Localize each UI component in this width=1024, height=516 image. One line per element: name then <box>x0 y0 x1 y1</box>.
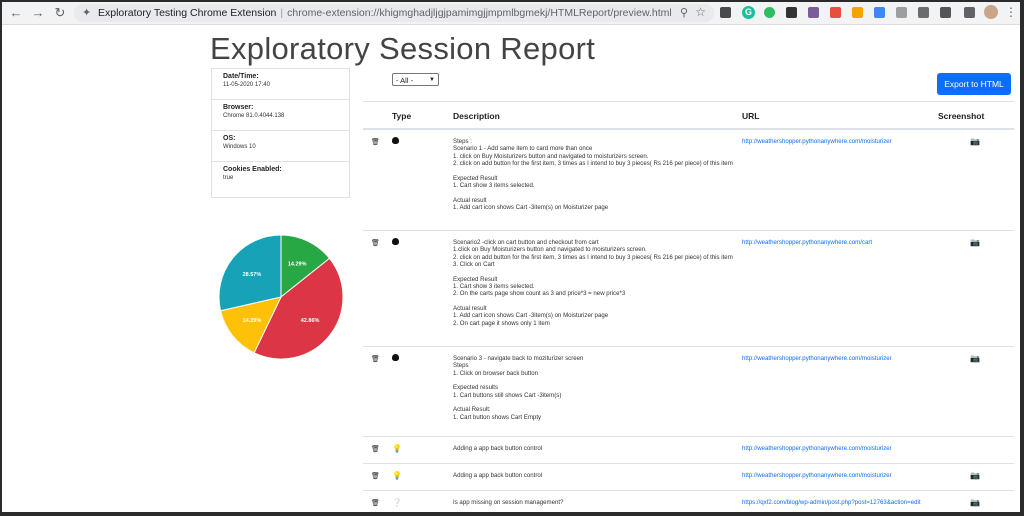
camera-icon[interactable]: 📷 <box>970 137 980 146</box>
info-label: Cookies Enabled: <box>223 166 282 173</box>
extension-icon[interactable] <box>874 7 885 18</box>
address-bar[interactable]: ✦ Exploratory Testing Chrome Extension | c… <box>74 4 714 22</box>
bug-icon <box>392 238 399 247</box>
info-label: Browser: <box>223 104 254 111</box>
table-row: 🗑 ❔ Is app missing on session management… <box>363 491 1014 512</box>
camera-icon[interactable]: 📷 <box>970 238 980 247</box>
info-value: 11-05-2020 17:40 <box>223 82 270 88</box>
trash-icon[interactable]: 🗑 <box>371 138 380 146</box>
row-description: Adding a app back button control <box>453 472 543 479</box>
table-row: 🗑 💡 Adding a app back button control htt… <box>363 464 1014 491</box>
session-info-panel: Date/Time: 11-05-2020 17:40 Browser: Chr… <box>211 68 350 198</box>
row-description: Scenario 3 - navigate back to moziturize… <box>453 355 584 421</box>
camera-icon[interactable]: 📷 <box>970 354 980 363</box>
pie-slice-label: 42.86% <box>301 318 320 324</box>
extension-icon[interactable] <box>852 7 863 18</box>
browser-toolbar: ← → ↻ ✦ Exploratory Testing Chrome Exten… <box>2 2 1020 25</box>
export-to-html-button[interactable]: Export to HTML <box>937 73 1011 95</box>
info-value: Chrome 81.0.4044.138 <box>223 113 285 119</box>
row-description: Scenario2 -click on cart button and chec… <box>453 239 733 327</box>
page-title: Exploratory Session Report <box>210 31 596 66</box>
header-description: Description <box>453 111 500 121</box>
header-url: URL <box>742 111 760 121</box>
address-text: Exploratory Testing Chrome Extension | chr… <box>98 7 672 19</box>
session-pie-chart: 14.29% 42.86% 14.29% 28.57% <box>218 234 344 360</box>
info-label: OS: <box>223 135 236 142</box>
row-url-link[interactable]: http://weathershopper.pythonanywhere.com… <box>742 138 892 145</box>
question-icon: ❔ <box>392 498 402 507</box>
address-separator: | <box>280 7 284 19</box>
trash-icon[interactable]: 🗑 <box>371 355 380 363</box>
trash-icon[interactable]: 🗑 <box>371 445 380 453</box>
info-value: Windows 10 <box>223 144 256 150</box>
row-url-link[interactable]: http://weathershopper.pythonanywhere.com… <box>742 239 872 246</box>
filter-selected-value: - All - <box>396 76 414 85</box>
row-description: Is app missing on session management? <box>453 499 564 506</box>
table-header: Type Description URL Screenshot <box>363 101 1014 130</box>
table-row: 🗑 Scenario2 -click on cart button and ch… <box>363 231 1014 347</box>
header-type: Type <box>392 111 412 121</box>
extension-icon[interactable] <box>830 7 841 18</box>
zoom-icon[interactable]: ⚲ <box>680 6 688 19</box>
lightbulb-icon: 💡 <box>392 444 402 453</box>
address-url: chrome-extension://khigmghadjljgjpamimgj… <box>287 7 672 19</box>
report-page: Exploratory Session Report Date/Time: 11… <box>2 25 1020 512</box>
reload-icon[interactable]: ↻ <box>52 5 68 21</box>
header-screenshot: Screenshot <box>938 111 985 121</box>
pie-slice-label: 28.57% <box>243 272 262 278</box>
camera-icon[interactable]: 📷 <box>970 471 980 480</box>
extension-icon[interactable] <box>720 7 731 18</box>
info-os: OS: Windows 10 <box>212 131 349 162</box>
reading-list-icon[interactable] <box>964 7 975 18</box>
trash-icon[interactable]: 🗑 <box>371 472 380 480</box>
info-cookies: Cookies Enabled: true <box>212 162 349 193</box>
browser-window: ← → ↻ ✦ Exploratory Testing Chrome Exten… <box>2 2 1020 512</box>
row-url-link[interactable]: http://weathershopper.pythonanywhere.com… <box>742 472 892 479</box>
back-arrow-icon[interactable]: ← <box>8 5 24 21</box>
extension-icon[interactable] <box>786 7 797 18</box>
table-row: 🗑 Steps : Scenario 1 - Add same item to … <box>363 130 1014 231</box>
bug-icon <box>392 354 399 363</box>
table-row: 🗑 Scenario 3 - navigate back to mozituri… <box>363 347 1014 437</box>
avatar[interactable] <box>984 5 998 19</box>
row-description: Steps : Scenario 1 - Add same item to ca… <box>453 138 733 212</box>
grammarly-icon[interactable]: G <box>742 6 755 19</box>
trash-icon[interactable]: 🗑 <box>371 239 380 247</box>
row-url-link[interactable]: https://qxf2.com/blog/wp-admin/post.php?… <box>742 499 921 506</box>
camera-icon[interactable]: 📷 <box>970 498 980 507</box>
info-label: Date/Time: <box>223 73 259 80</box>
session-table: Type Description URL Screenshot 🗑 Steps … <box>363 101 1014 512</box>
evernote-icon[interactable] <box>764 7 775 18</box>
puzzle-icon: ✦ <box>82 7 92 19</box>
pie-slice-label: 14.29% <box>243 318 262 324</box>
extension-name: Exploratory Testing Chrome Extension <box>98 7 277 19</box>
info-browser: Browser: Chrome 81.0.4044.138 <box>212 100 349 131</box>
table-row: 🗑 💡 Adding a app back button control htt… <box>363 437 1014 464</box>
info-value: true <box>223 175 234 181</box>
menu-dots-icon[interactable]: ⋮ <box>1005 5 1017 19</box>
info-datetime: Date/Time: 11-05-2020 17:40 <box>212 69 349 100</box>
extension-icon[interactable] <box>918 7 929 18</box>
row-description: Adding a app back button control <box>453 445 543 452</box>
forward-arrow-icon[interactable]: → <box>30 5 46 21</box>
trash-icon[interactable]: 🗑 <box>371 499 380 507</box>
bookmark-star-icon[interactable]: ☆ <box>695 5 706 19</box>
pie-slice-label: 14.29% <box>288 261 307 267</box>
extension-icon[interactable] <box>808 7 819 18</box>
row-url-link[interactable]: http://weathershopper.pythonanywhere.com… <box>742 355 892 362</box>
bug-icon <box>392 137 399 146</box>
chevron-down-icon: ▼ <box>429 77 435 83</box>
extension-icon[interactable] <box>896 7 907 18</box>
extension-grid-icon[interactable] <box>940 7 951 18</box>
row-url-link[interactable]: http://weathershopper.pythonanywhere.com… <box>742 445 892 452</box>
type-filter-select[interactable]: - All - ▼ <box>392 73 439 86</box>
lightbulb-icon: 💡 <box>392 471 402 480</box>
